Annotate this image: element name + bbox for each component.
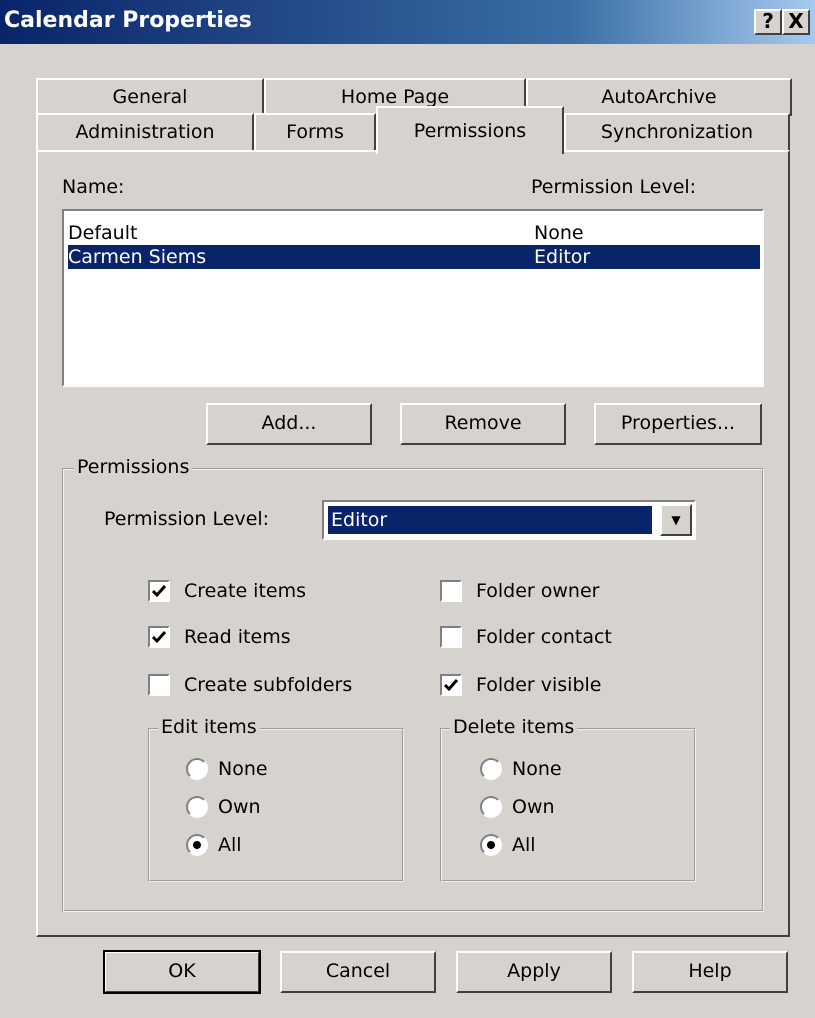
delete-own-radio[interactable]: Own bbox=[480, 796, 555, 818]
tab-administration[interactable]: Administration bbox=[36, 113, 254, 151]
checkbox-icon[interactable] bbox=[148, 580, 170, 602]
create-items-label: Create items bbox=[184, 580, 306, 602]
delete-all-label: All bbox=[512, 834, 536, 856]
checkbox-icon[interactable] bbox=[148, 626, 170, 648]
tab-synchronization[interactable]: Synchronization bbox=[564, 113, 790, 151]
folder-owner-checkbox[interactable]: Folder owner bbox=[440, 580, 599, 602]
checkbox-icon[interactable] bbox=[148, 674, 170, 696]
delete-own-label: Own bbox=[512, 796, 555, 818]
edit-none-label: None bbox=[218, 758, 268, 780]
delete-none-radio[interactable]: None bbox=[480, 758, 562, 780]
tab-forms[interactable]: Forms bbox=[254, 113, 376, 151]
delete-none-label: None bbox=[512, 758, 562, 780]
create-items-checkbox[interactable]: Create items bbox=[148, 580, 306, 602]
apply-button[interactable]: Apply bbox=[456, 951, 612, 993]
radio-icon[interactable] bbox=[480, 834, 502, 856]
permission-level-label: Permission Level: bbox=[104, 508, 270, 530]
help-icon[interactable]: ? bbox=[754, 9, 782, 35]
read-items-label: Read items bbox=[184, 626, 291, 648]
permissions-list[interactable]: Default None Carmen Siems Editor bbox=[62, 209, 764, 387]
checkbox-icon[interactable] bbox=[440, 580, 462, 602]
folder-visible-checkbox[interactable]: Folder visible bbox=[440, 674, 602, 696]
create-subfolders-label: Create subfolders bbox=[184, 674, 353, 696]
chevron-down-icon[interactable]: ▼ bbox=[660, 504, 692, 536]
list-item[interactable]: Default None bbox=[68, 221, 760, 245]
name-header: Name: bbox=[62, 176, 125, 198]
ok-button[interactable]: OK bbox=[103, 950, 261, 994]
permissions-group-title: Permissions bbox=[74, 456, 193, 478]
list-item-name: Default bbox=[68, 222, 138, 244]
radio-icon[interactable] bbox=[186, 758, 208, 780]
cancel-button[interactable]: Cancel bbox=[280, 951, 436, 993]
radio-icon[interactable] bbox=[186, 796, 208, 818]
remove-button[interactable]: Remove bbox=[400, 403, 566, 445]
edit-none-radio[interactable]: None bbox=[186, 758, 268, 780]
folder-visible-label: Folder visible bbox=[476, 674, 602, 696]
folder-contact-label: Folder contact bbox=[476, 626, 612, 648]
read-items-checkbox[interactable]: Read items bbox=[148, 626, 291, 648]
list-item-level: None bbox=[534, 222, 584, 244]
help-button[interactable]: Help bbox=[632, 951, 788, 993]
radio-icon[interactable] bbox=[480, 796, 502, 818]
checkbox-icon[interactable] bbox=[440, 626, 462, 648]
add-button[interactable]: Add... bbox=[206, 403, 372, 445]
permission-level-header: Permission Level: bbox=[531, 176, 697, 198]
delete-items-title: Delete items bbox=[450, 716, 578, 738]
permission-level-dropdown[interactable]: Editor ▼ bbox=[322, 500, 696, 540]
radio-icon[interactable] bbox=[480, 758, 502, 780]
tab-permissions[interactable]: Permissions bbox=[376, 106, 564, 154]
tab-general[interactable]: General bbox=[36, 78, 264, 116]
radio-icon[interactable] bbox=[186, 834, 208, 856]
create-subfolders-checkbox[interactable]: Create subfolders bbox=[148, 674, 352, 696]
list-item-selected[interactable]: Carmen Siems Editor bbox=[68, 245, 760, 269]
edit-own-label: Own bbox=[218, 796, 261, 818]
permission-level-value: Editor bbox=[328, 506, 652, 534]
delete-all-radio[interactable]: All bbox=[480, 834, 536, 856]
window-title: Calendar Properties bbox=[4, 8, 252, 33]
list-item-name: Carmen Siems bbox=[68, 246, 207, 268]
delete-items-group bbox=[440, 728, 696, 882]
properties-button[interactable]: Properties... bbox=[594, 403, 762, 445]
tab-autoarchive[interactable]: AutoArchive bbox=[526, 78, 792, 116]
edit-all-label: All bbox=[218, 834, 242, 856]
list-item-level: Editor bbox=[534, 246, 591, 268]
edit-items-title: Edit items bbox=[158, 716, 260, 738]
edit-own-radio[interactable]: Own bbox=[186, 796, 261, 818]
close-icon[interactable]: X bbox=[782, 9, 810, 35]
folder-contact-checkbox[interactable]: Folder contact bbox=[440, 626, 612, 648]
checkbox-icon[interactable] bbox=[440, 674, 462, 696]
edit-all-radio[interactable]: All bbox=[186, 834, 242, 856]
folder-owner-label: Folder owner bbox=[476, 580, 600, 602]
